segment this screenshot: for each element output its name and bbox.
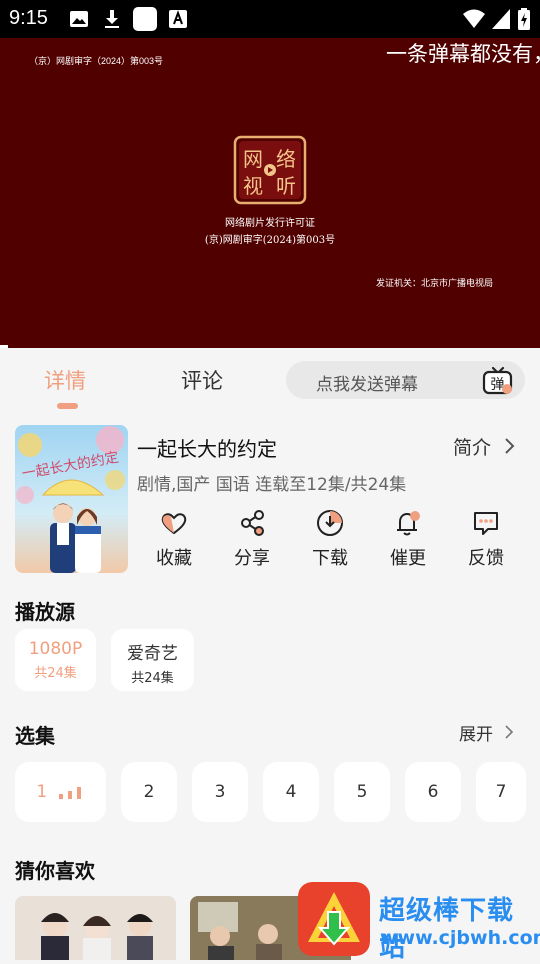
svg-text:听: 听 xyxy=(276,174,296,198)
download-button[interactable]: 下载 xyxy=(295,508,365,570)
episode-1[interactable]: 1 xyxy=(15,762,106,822)
svg-text:网: 网 xyxy=(243,147,263,171)
danmaku-send-input[interactable]: 点我发送弹幕 弹 xyxy=(286,361,525,399)
episode-number: 2 xyxy=(143,782,155,802)
battery-icon xyxy=(518,8,530,30)
site-watermark-logo xyxy=(298,882,370,956)
episode-number: 7 xyxy=(495,782,507,802)
episode-2[interactable]: 2 xyxy=(121,762,177,822)
source-1080p[interactable]: 1080P 共24集 xyxy=(15,629,96,691)
intro-link[interactable]: 简介 xyxy=(453,433,491,460)
danmaku-toggle-icon[interactable]: 弹 xyxy=(482,366,514,396)
poster-image: 一起长大的约定 xyxy=(15,425,128,573)
danmaku-message: 一条弹幕都没有， xyxy=(386,42,540,66)
show-title: 一起长大的约定 xyxy=(137,437,277,461)
site-watermark-url: www.cjbwh.com xyxy=(380,927,540,949)
sources-title: 播放源 xyxy=(15,600,75,624)
episode-number: 3 xyxy=(214,782,226,802)
share-button[interactable]: 分享 xyxy=(217,508,287,570)
download-icon xyxy=(317,510,343,536)
favorite-button[interactable]: 收藏 xyxy=(139,508,209,570)
recommend-card[interactable] xyxy=(15,896,176,960)
episode-number: 1 xyxy=(36,782,48,802)
tab-details[interactable]: 详情 xyxy=(44,365,86,395)
signal-icon xyxy=(492,9,510,29)
urge-update-button[interactable]: 催更 xyxy=(373,508,443,570)
active-tab-indicator xyxy=(57,403,78,409)
source-count: 共24集 xyxy=(34,666,77,681)
download-notification-icon xyxy=(105,10,119,28)
episode-number: 6 xyxy=(427,782,439,802)
wifi-icon xyxy=(463,9,485,28)
font-notification-icon xyxy=(169,10,187,28)
show-meta: 剧情,国产 国语 连载至12集/共24集 xyxy=(137,475,407,495)
show-poster[interactable]: 一起长大的约定 xyxy=(15,425,128,573)
recommend-poster xyxy=(15,896,176,960)
image-notification-icon xyxy=(70,11,88,27)
network-audiovisual-seal-icon: 网 络 视 听 xyxy=(233,135,307,205)
license-number: (京)网剧审字(2024)第003号 xyxy=(204,235,336,246)
status-bar: 9:15 xyxy=(0,0,540,38)
feedback-icon xyxy=(474,512,498,535)
source-name: 1080P xyxy=(28,639,83,659)
episode-6[interactable]: 6 xyxy=(405,762,461,822)
tab-comments[interactable]: 评论 xyxy=(181,365,223,395)
playing-equalizer-icon xyxy=(58,787,81,799)
episode-number: 4 xyxy=(285,782,297,802)
license-title: 网络剧片发行许可证 xyxy=(225,218,315,229)
feedback-button[interactable]: 反馈 xyxy=(451,508,521,570)
expand-episodes-link[interactable]: 展开 xyxy=(459,720,493,745)
video-player[interactable]: （京）网剧审字（2024）第003号 一条弹幕都没有， 网 络 视 听 网络剧片… xyxy=(0,38,540,348)
episode-3[interactable]: 3 xyxy=(192,762,248,822)
source-iqiyi[interactable]: 爱奇艺 共24集 xyxy=(111,629,194,691)
share-icon xyxy=(241,510,264,536)
episode-4[interactable]: 4 xyxy=(263,762,319,822)
episodes-title: 选集 xyxy=(15,724,55,748)
feedback-label: 反馈 xyxy=(468,548,504,569)
episode-number: 5 xyxy=(356,782,368,802)
recommend-title: 猜你喜欢 xyxy=(15,859,95,883)
episode-7[interactable]: 7 xyxy=(476,762,526,822)
source-name: 爱奇艺 xyxy=(127,644,178,664)
chevron-right-icon[interactable] xyxy=(503,436,515,456)
heart-icon xyxy=(161,513,187,535)
share-label: 分享 xyxy=(234,548,270,569)
danmaku-input-placeholder: 点我发送弹幕 xyxy=(316,375,418,395)
license-issuer: 发证机关：北京市广播电视局 xyxy=(376,278,494,288)
svg-text:视: 视 xyxy=(243,174,263,198)
detail-tab-bar: 详情 评论 点我发送弹幕 弹 xyxy=(0,348,540,414)
status-time: 9:15 xyxy=(9,7,48,29)
svg-text:络: 络 xyxy=(276,147,296,171)
episode-5[interactable]: 5 xyxy=(334,762,390,822)
urge-update-label: 催更 xyxy=(390,548,426,569)
download-label: 下载 xyxy=(312,548,348,569)
source-count: 共24集 xyxy=(131,671,174,686)
app-notification-icon xyxy=(133,7,157,31)
chevron-right-icon[interactable] xyxy=(504,724,514,740)
bell-icon xyxy=(397,511,420,536)
license-number-top: （京）网剧审字（2024）第003号 xyxy=(29,56,164,66)
favorite-label: 收藏 xyxy=(156,548,192,569)
